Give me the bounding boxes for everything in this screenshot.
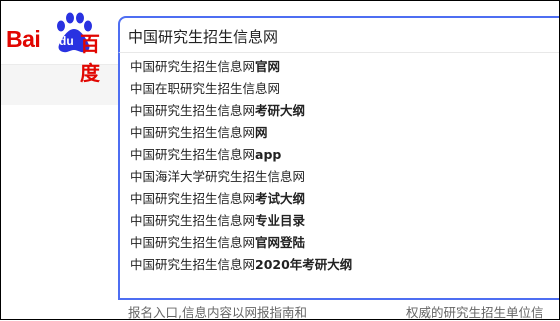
window-frame [0, 0, 560, 320]
